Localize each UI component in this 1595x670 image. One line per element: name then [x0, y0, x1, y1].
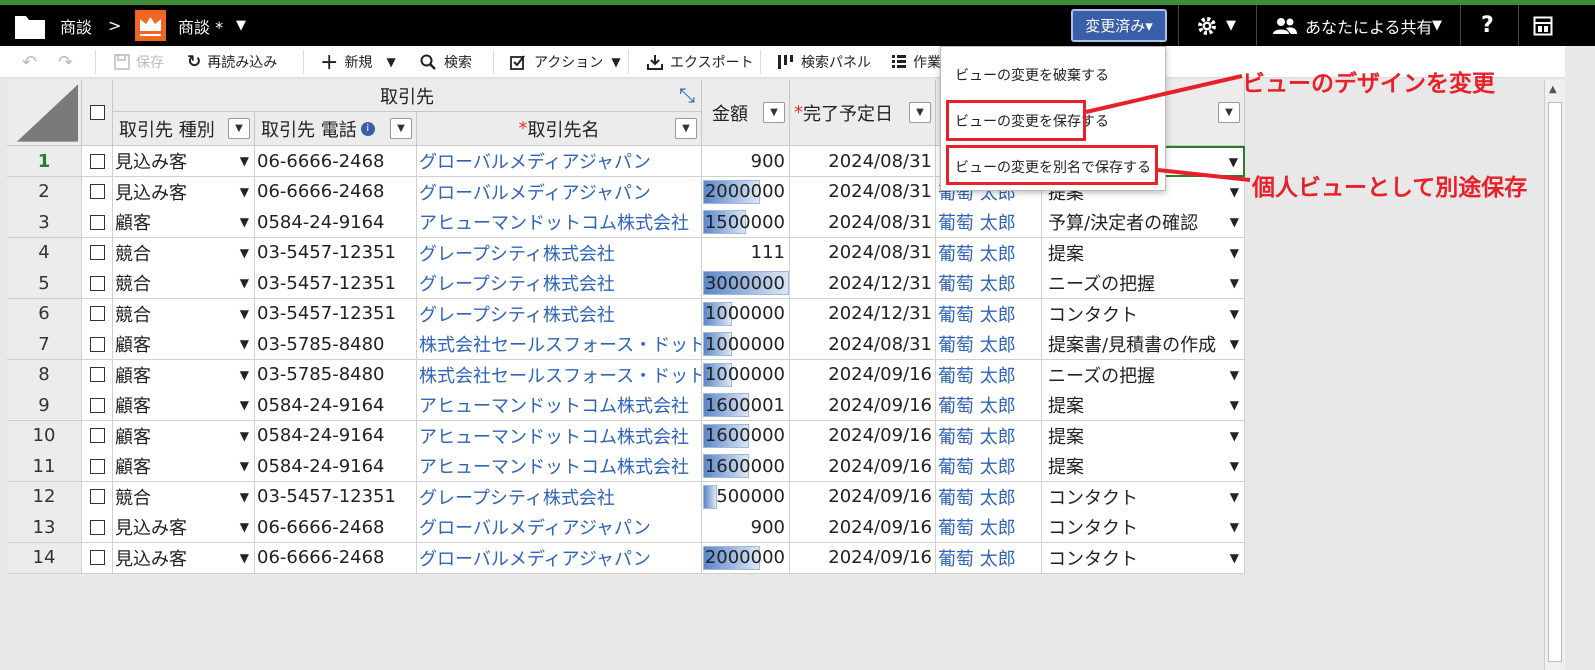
amount-value: 1000000	[704, 303, 785, 324]
amount-value: 1000000	[704, 333, 785, 355]
amount-value: 1000000	[704, 364, 785, 385]
amount-value: 900	[750, 150, 785, 172]
amount-value: 2000000	[704, 547, 785, 568]
annotation-personal: 個人ビューとして別途保存	[1252, 175, 1528, 201]
amount-value: 500000	[716, 486, 785, 507]
amount-value: 1600001	[704, 394, 785, 416]
vertical-scrollbar[interactable]: ▲	[1544, 80, 1565, 670]
amount-value: 1500000	[704, 211, 785, 233]
amount-value: 1600000	[704, 455, 785, 477]
annotation-arrows	[1085, 74, 1251, 182]
amount-value: 111	[750, 242, 785, 263]
amount-value: 900	[750, 516, 785, 538]
scroll-up-icon[interactable]: ▲	[1549, 84, 1557, 95]
annotation-design: ビューのデザインを変更	[1242, 71, 1495, 97]
right-edge	[1565, 46, 1595, 670]
amount-value: 2000000	[704, 181, 785, 202]
scrollbar-thumb[interactable]	[1548, 102, 1562, 662]
amount-value: 3000000	[704, 272, 785, 294]
amount-value: 1600000	[704, 425, 785, 446]
